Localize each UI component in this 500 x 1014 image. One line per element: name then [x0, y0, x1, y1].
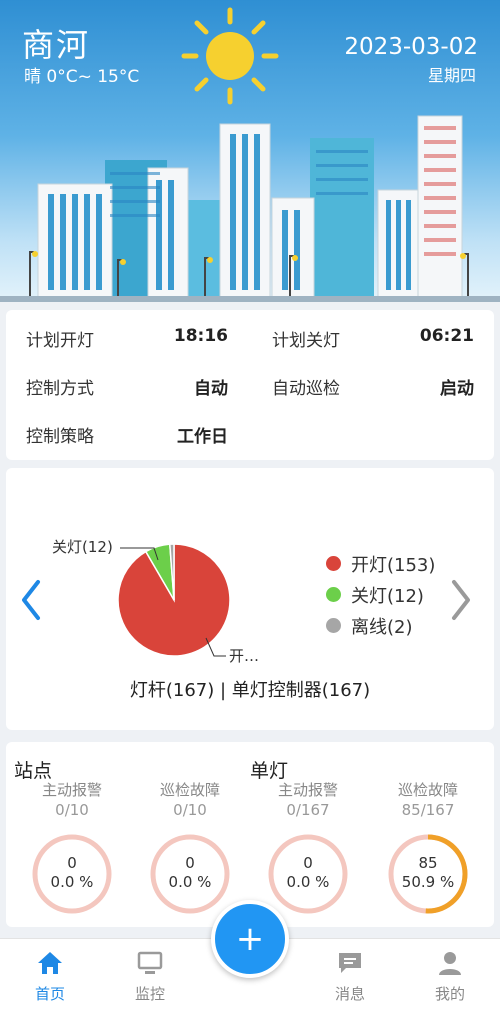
lamp-group-title: 单灯: [250, 760, 289, 782]
stat-value: 0: [185, 854, 195, 872]
stat-label: 巡检故障: [159, 781, 220, 799]
monitor-icon: [137, 951, 163, 974]
header-weather-banner: 商河 晴 0°C~ 15°C 2023-03-02 星期四: [0, 0, 500, 302]
stat-count: 0/167: [286, 801, 330, 819]
plan-on-label: 计划开灯: [26, 331, 94, 351]
legend-item-off[interactable]: 关灯(12): [326, 579, 435, 610]
control-mode-label: 控制方式: [26, 379, 94, 399]
auto-patrol-value: 启动: [440, 379, 474, 399]
message-icon: [339, 953, 361, 973]
current-date: 2023-03-02: [344, 34, 478, 60]
stat-count: 85/167: [401, 801, 455, 819]
nav-item-home[interactable]: 首页: [15, 949, 85, 1004]
legend-item-offline[interactable]: 离线(2): [326, 610, 435, 641]
chevron-right-icon[interactable]: [448, 578, 474, 622]
add-button[interactable]: +: [211, 900, 289, 978]
nav-label-monitor: 监控: [134, 985, 165, 1003]
nav-item-monitor[interactable]: 监控: [115, 949, 185, 1004]
city-skyline-illustration: [0, 115, 500, 302]
legend-dot-offline: [326, 618, 341, 633]
callout-label-on: 开…: [229, 647, 259, 665]
plan-off-label: 计划关灯: [272, 331, 340, 351]
current-weekday: 星期四: [427, 66, 476, 85]
user-icon: [439, 952, 461, 975]
plan-on-value: 18:16: [173, 326, 228, 346]
weather-summary: 晴 0°C~ 15°C: [24, 67, 140, 87]
device-count-caption: 灯杆(167) | 单灯控制器(167): [129, 680, 371, 701]
stat-percent: 0.0 %: [168, 873, 212, 891]
auto-patrol-label: 自动巡检: [272, 379, 340, 399]
strategy-value: 工作日: [177, 427, 228, 447]
station-group-title: 站点: [14, 760, 53, 782]
stat-value: 0: [67, 854, 77, 872]
legend-label-offline: 离线(2): [351, 616, 413, 638]
legend-dot-on: [326, 556, 341, 571]
lighting-schedule-card: 计划开灯 18:16 计划关灯 06:21 控制方式 自动 自动巡检 启动 控制…: [6, 310, 494, 460]
legend-label-off: 关灯(12): [351, 585, 424, 607]
home-icon: [38, 952, 62, 974]
lamp-status-chart-card: 关灯(12) 开… 开灯(153) 关灯(12) 离线(2) 灯杆(167) |…: [6, 468, 494, 730]
stat-lamp-alarm[interactable]: 主动报警 0/167 0 0.0 %: [248, 780, 368, 916]
stat-station-alarm[interactable]: 主动报警 0/10 0 0.0 %: [12, 780, 132, 916]
stat-label: 巡检故障: [397, 781, 458, 799]
stat-value: 85: [418, 854, 438, 872]
stat-percent: 50.9 %: [401, 873, 455, 891]
stat-count: 0/10: [55, 801, 89, 819]
callout-label-off: 关灯(12): [52, 538, 113, 556]
stat-label: 主动报警: [277, 781, 338, 799]
control-mode-value: 自动: [194, 379, 228, 399]
stat-percent: 0.0 %: [286, 873, 330, 891]
chart-legend: 开灯(153) 关灯(12) 离线(2): [326, 548, 435, 641]
nav-label-mine: 我的: [434, 985, 465, 1003]
nav-item-messages[interactable]: 消息: [315, 949, 385, 1004]
stat-station-patrol-fault[interactable]: 巡检故障 0/10 0 0.0 %: [130, 780, 250, 916]
stat-percent: 0.0 %: [50, 873, 94, 891]
stat-label: 主动报警: [41, 781, 102, 799]
city-name: 商河: [22, 26, 91, 64]
nav-item-mine[interactable]: 我的: [415, 949, 485, 1004]
strategy-label: 控制策略: [26, 427, 94, 447]
legend-label-on: 开灯(153): [351, 554, 436, 576]
stat-lamp-patrol-fault[interactable]: 巡检故障 85/167 85 50.9 %: [368, 780, 488, 916]
legend-dot-off: [326, 587, 341, 602]
lamp-status-pie-chart: 关灯(12) 开…: [52, 538, 259, 665]
legend-item-on[interactable]: 开灯(153): [326, 548, 435, 579]
nav-label-home: 首页: [34, 985, 65, 1003]
stat-count: 0/10: [173, 801, 207, 819]
sun-icon: [181, 7, 279, 105]
plan-off-value: 06:21: [419, 326, 474, 346]
nav-label-messages: 消息: [334, 985, 365, 1003]
stat-value: 0: [303, 854, 313, 872]
